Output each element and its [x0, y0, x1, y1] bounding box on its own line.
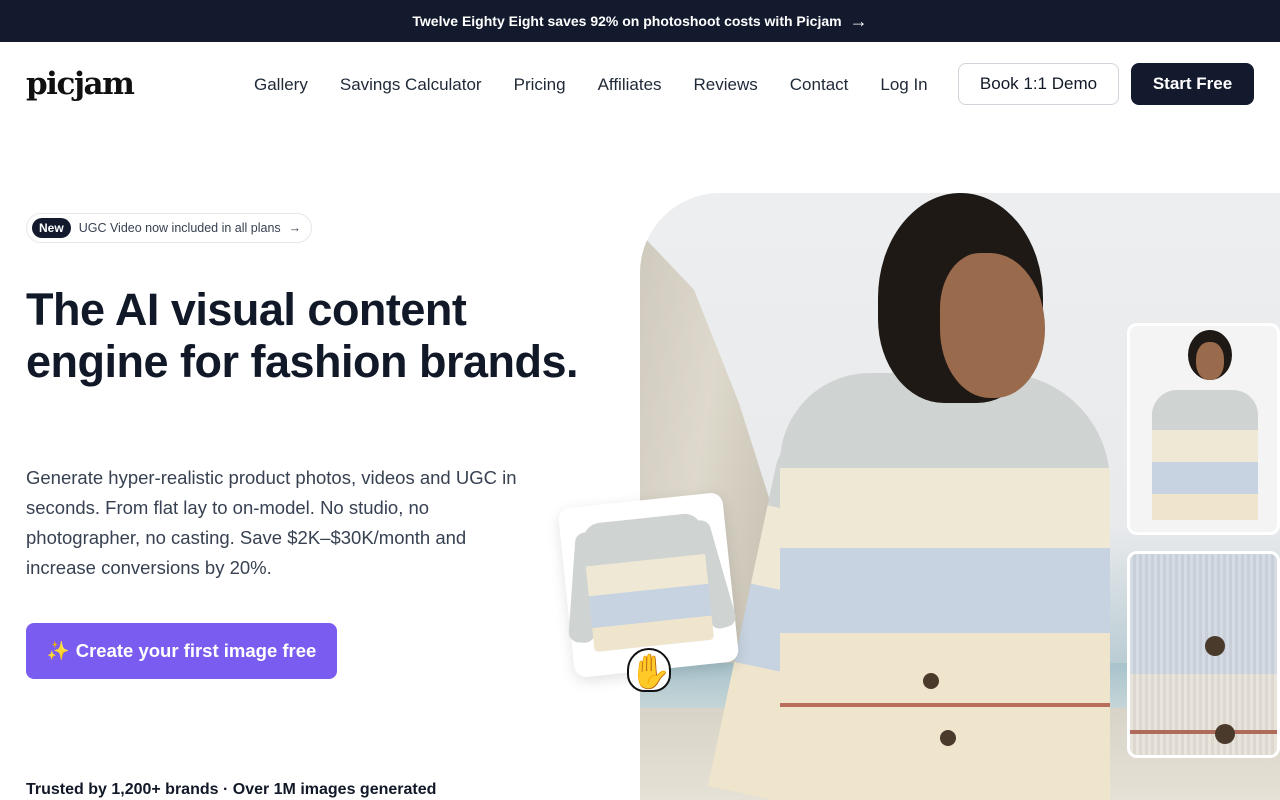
main-nav: Gallery Savings Calculator Pricing Affil…: [254, 75, 960, 95]
hand-cursor-icon: ✋: [627, 648, 671, 692]
sparkle-icon: ✨: [46, 640, 70, 661]
nav-link-savings-calculator[interactable]: Savings Calculator: [340, 75, 482, 95]
site-header: picjam Gallery Savings Calculator Pricin…: [0, 42, 1280, 126]
trusted-by-text: Trusted by 1,200+ brands · Over 1M image…: [26, 781, 437, 798]
thumbnail-detail[interactable]: [1127, 551, 1280, 758]
cta-label: Create your first image free: [75, 640, 317, 661]
arrow-right-icon: →: [849, 11, 868, 31]
announcement-pill[interactable]: New UGC Video now included in all plans …: [26, 213, 313, 243]
book-demo-button[interactable]: Book 1:1 Demo: [958, 63, 1119, 105]
start-free-button[interactable]: Start Free: [1131, 63, 1254, 105]
detail-button: [1205, 636, 1225, 656]
pill-text: UGC Video now included in all plans: [78, 221, 281, 235]
thumbnail-face: [1196, 342, 1224, 380]
thumbnail-sweater: [1152, 390, 1258, 520]
detail-button: [1215, 724, 1235, 744]
hero-title: The AI visual content engine for fashion…: [26, 284, 579, 387]
sweater-button: [923, 673, 939, 689]
flatlay-sweater: [581, 512, 715, 652]
thumbnail-on-model[interactable]: [1127, 323, 1280, 535]
arrow-right-icon: →: [288, 221, 302, 235]
detail-red-stripe: [1130, 730, 1277, 734]
logo[interactable]: picjam: [26, 66, 135, 102]
sweater-button: [940, 730, 956, 746]
announcement-bar[interactable]: Twelve Eighty Eight saves 92% on photosh…: [0, 0, 1280, 42]
nav-link-pricing[interactable]: Pricing: [514, 75, 566, 95]
new-badge: New: [32, 218, 71, 238]
nav-link-reviews[interactable]: Reviews: [694, 75, 758, 95]
model-face: [940, 253, 1045, 398]
create-image-cta-button[interactable]: ✨ Create your first image free: [26, 623, 337, 679]
hero-subtitle: Generate hyper-realistic product photos,…: [26, 467, 517, 578]
nav-link-affiliates[interactable]: Affiliates: [598, 75, 662, 95]
nav-link-login[interactable]: Log In: [880, 75, 927, 95]
nav-link-gallery[interactable]: Gallery: [254, 75, 308, 95]
detail-blue-band: [1130, 554, 1277, 674]
nav-link-contact[interactable]: Contact: [790, 75, 849, 95]
announcement-text[interactable]: Twelve Eighty Eight saves 92% on photosh…: [412, 13, 841, 29]
